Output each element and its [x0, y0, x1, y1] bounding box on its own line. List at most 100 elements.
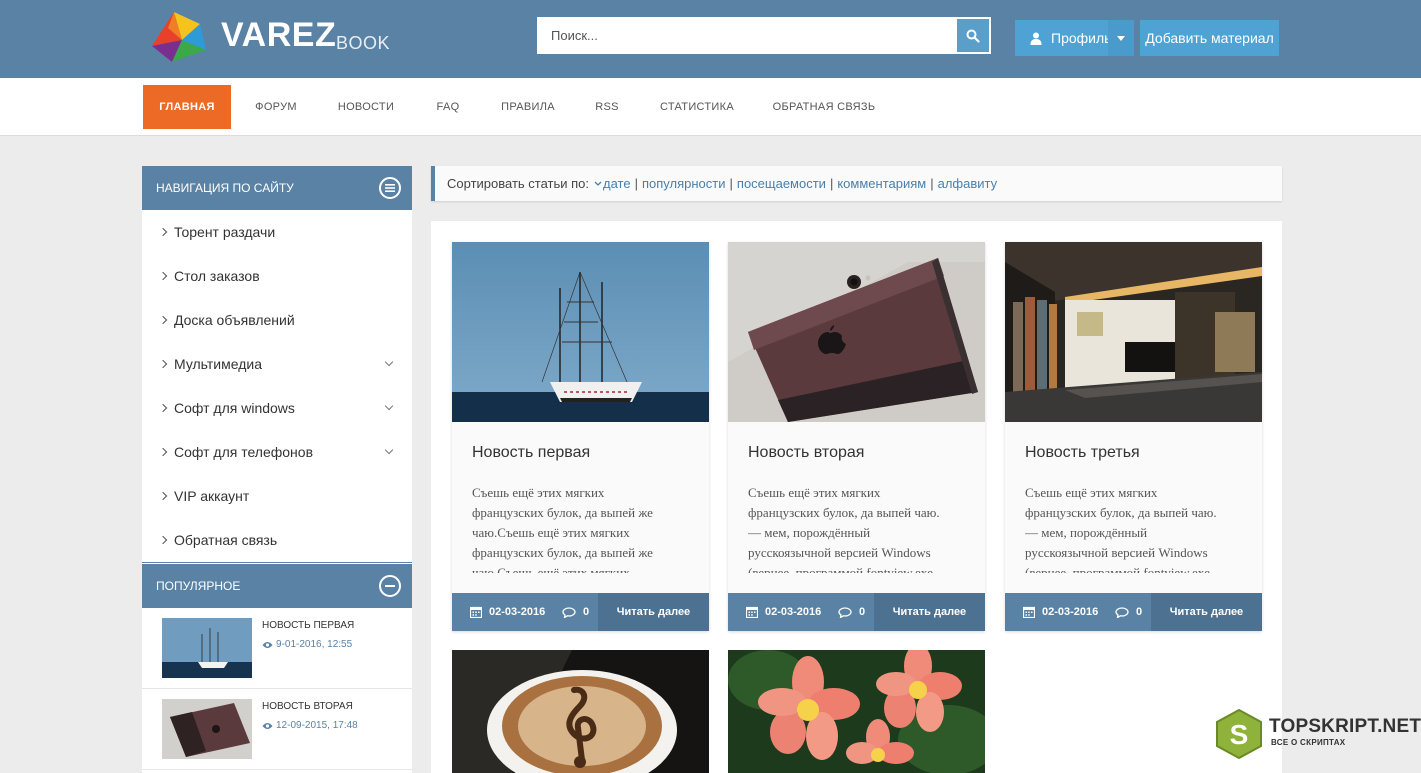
search-button[interactable]: [957, 19, 989, 52]
nav-item-home[interactable]: ГЛАВНАЯ: [143, 85, 231, 129]
sidebar-item-torrents[interactable]: Торент раздачи: [142, 210, 412, 254]
sidebar-item-orders[interactable]: Стол заказов: [142, 254, 412, 298]
profile-button[interactable]: Профиль: [1015, 20, 1134, 56]
sidebar-item-vip[interactable]: VIP аккаунт: [142, 474, 412, 518]
site-navigation-header: НАВИГАЦИЯ ПО САЙТУ: [142, 166, 412, 210]
article-excerpt: Съешь ещё этих мягких французских булок,…: [472, 485, 653, 573]
chevron-right-icon: [158, 403, 168, 413]
chevron-down-icon[interactable]: [384, 357, 394, 367]
site-navigation-title: НАВИГАЦИЯ ПО САЙТУ: [156, 181, 294, 195]
add-material-button[interactable]: Добавить материал: [1140, 20, 1279, 56]
article-image[interactable]: [452, 242, 709, 422]
article-excerpt: Съешь ещё этих мягких французских булок,…: [748, 485, 940, 573]
site-header: VAREZ BOOK Профиль Добавить материал: [0, 0, 1421, 78]
nav-item-feedback[interactable]: ОБРАТНАЯ СВЯЗЬ: [764, 85, 884, 129]
read-more-button[interactable]: Читать далее: [598, 593, 709, 631]
sidebar-item-label: Торент раздачи: [174, 224, 276, 240]
chevron-right-icon: [158, 227, 168, 237]
svg-text:S: S: [1230, 719, 1249, 750]
article-title[interactable]: Новость вторая: [748, 444, 864, 462]
article-card: Новость первая Съешь ещё этих мягких фра…: [452, 242, 709, 631]
sidebar-item-multimedia[interactable]: Мультимедиа: [142, 342, 412, 386]
article-title[interactable]: Новость первая: [472, 444, 590, 462]
profile-dropdown-toggle[interactable]: [1108, 20, 1134, 56]
article-footer: 02-03-2016 0 Читать далее: [1005, 593, 1262, 631]
chevron-down-icon[interactable]: [384, 445, 394, 455]
logo-subtitle: BOOK: [336, 33, 391, 53]
minus-icon: [385, 585, 395, 587]
article-date-text: 02-03-2016: [489, 606, 546, 618]
menu-icon: [385, 184, 395, 192]
sort-label: Сортировать статьи по:: [447, 176, 590, 191]
sidebar-item-label: Стол заказов: [174, 268, 260, 284]
read-more-button[interactable]: Читать далее: [874, 593, 985, 631]
sidebar-item-phone-soft[interactable]: Софт для телефонов: [142, 430, 412, 474]
article-image[interactable]: [728, 650, 985, 773]
article-image[interactable]: [452, 650, 709, 773]
nav-item-forum[interactable]: ФОРУМ: [240, 85, 312, 129]
nav-item-rss[interactable]: RSS: [585, 85, 629, 129]
chevron-right-icon: [158, 535, 168, 545]
article-comments[interactable]: 0: [838, 593, 865, 631]
popular-thumbnail[interactable]: [162, 618, 252, 678]
chevron-right-icon: [158, 491, 168, 501]
sidebar-item-board[interactable]: Доска объявлений: [142, 298, 412, 342]
sidebar-item-label: Мультимедиа: [174, 356, 262, 372]
article-image[interactable]: [728, 242, 985, 422]
calendar-icon: [470, 606, 482, 618]
article-date-text: 02-03-2016: [1042, 606, 1099, 618]
comment-icon: [838, 606, 852, 618]
article-comments-count: 0: [859, 606, 866, 618]
sort-by-date[interactable]: дате: [603, 176, 631, 191]
read-more-button[interactable]: Читать далее: [1151, 593, 1262, 631]
logo-icon[interactable]: [148, 10, 208, 64]
article-image[interactable]: [1005, 242, 1262, 422]
watermark-logo-icon: S: [1216, 708, 1262, 760]
sort-by-popularity[interactable]: популярности: [642, 176, 726, 191]
sidebar-item-label: Софт для windows: [174, 400, 295, 416]
profile-label: Профиль: [1051, 30, 1112, 46]
popular-item-date-text: 12-09-2015, 17:48: [276, 720, 358, 731]
popular-item-title[interactable]: НОВОСТЬ ПЕРВАЯ: [262, 620, 354, 631]
sort-by-comments[interactable]: комментариям: [837, 176, 926, 191]
logo-text[interactable]: VAREZ: [221, 16, 336, 55]
article-title[interactable]: Новость третья: [1025, 444, 1140, 462]
topskript-watermark: S TOPSKRIPT.NET ВСЕ О СКРИПТАХ: [1213, 706, 1421, 766]
chevron-down-icon[interactable]: [384, 401, 394, 411]
sidebar-item-label: Софт для телефонов: [174, 444, 314, 460]
search-input[interactable]: [539, 19, 957, 52]
article-date: 02-03-2016: [746, 593, 821, 631]
article-date: 02-03-2016: [470, 593, 545, 631]
nav-item-rules[interactable]: ПРАВИЛА: [490, 85, 566, 129]
sidebar-item-feedback[interactable]: Обратная связь: [142, 518, 412, 562]
sort-bar: Сортировать статьи по: дате | популярност…: [431, 166, 1282, 201]
popular-item-title[interactable]: НОВОСТЬ ВТОРАЯ: [262, 701, 353, 712]
collapse-button[interactable]: [379, 575, 401, 597]
popular-item[interactable]: НОВОСТЬ ВТОРАЯ 12-09-2015, 17:48: [142, 689, 412, 770]
user-icon: [1030, 32, 1042, 45]
calendar-icon: [1023, 606, 1035, 618]
main-nav: ГЛАВНАЯ ФОРУМ НОВОСТИ FAQ ПРАВИЛА RSS СТ…: [0, 78, 1421, 136]
article-comments[interactable]: 0: [562, 593, 589, 631]
nav-item-news[interactable]: НОВОСТИ: [326, 85, 406, 129]
menu-toggle-button[interactable]: [379, 177, 401, 199]
sidebar-item-windows-soft[interactable]: Софт для windows: [142, 386, 412, 430]
watermark-brand: TOPSKRIPT.NET: [1269, 716, 1421, 737]
nav-item-stats[interactable]: СТАТИСТИКА: [649, 85, 745, 129]
sidebar-item-label: Доска объявлений: [174, 312, 295, 328]
sidebar-item-label: VIP аккаунт: [174, 488, 250, 504]
sort-arrow-icon: [594, 181, 602, 186]
popular-item-date-text: 9-01-2016, 12:55: [276, 639, 353, 650]
article-comments[interactable]: 0: [1115, 593, 1142, 631]
sidebar: НАВИГАЦИЯ ПО САЙТУ Торент раздачи Стол з…: [142, 166, 412, 773]
popular-thumbnail[interactable]: [162, 699, 252, 759]
sort-by-visits[interactable]: посещаемости: [737, 176, 826, 191]
article-card: Новость третья Съешь ещё этих мягких фра…: [1005, 242, 1262, 631]
calendar-icon: [746, 606, 758, 618]
popular-title: ПОПУЛЯРНОЕ: [156, 579, 241, 593]
nav-item-faq[interactable]: FAQ: [424, 85, 472, 129]
chevron-right-icon: [158, 315, 168, 325]
sort-by-alphabet[interactable]: алфавиту: [938, 176, 998, 191]
popular-item[interactable]: НОВОСТЬ ПЕРВАЯ 9-01-2016, 12:55: [142, 608, 412, 689]
article-footer: 02-03-2016 0 Читать далее: [452, 593, 709, 631]
